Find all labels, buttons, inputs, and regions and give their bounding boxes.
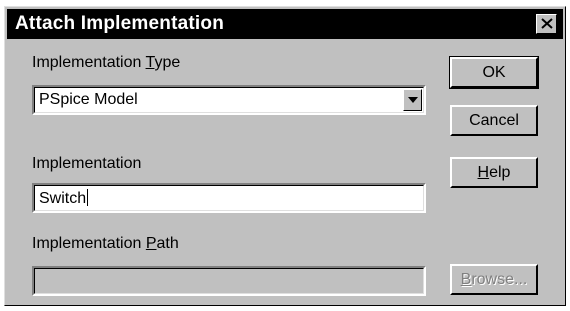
implementation-path-label: Implementation Path [32,235,179,252]
implementation-type-value: PSpice Model [39,91,138,108]
implementation-type-dropdown-button[interactable] [403,89,422,111]
implementation-type-label: Implementation Type [32,54,181,71]
close-icon [541,18,553,29]
close-button[interactable] [536,14,557,34]
title-bar: Attach Implementation [7,9,563,39]
implementation-type-dropdown-frame: PSpice Model [34,87,424,113]
ok-button[interactable]: OK [449,56,539,89]
help-button[interactable]: Help [450,157,538,188]
implementation-input[interactable]: Switch [32,183,426,213]
window-title: Attach Implementation [15,13,224,34]
text-caret [87,189,89,206]
cancel-button[interactable]: Cancel [450,105,538,136]
implementation-path-field-frame [34,268,424,294]
browse-button[interactable]: Browse... [450,264,538,295]
implementation-label: Implementation [32,155,142,172]
implementation-type-dropdown[interactable]: PSpice Model [32,85,426,115]
implementation-value: Switch [39,189,89,207]
implementation-input-frame: Switch [34,185,424,211]
implementation-path-field [32,266,426,296]
chevron-down-icon [408,97,418,103]
attach-implementation-dialog: Attach Implementation Implementation Typ… [4,6,566,306]
